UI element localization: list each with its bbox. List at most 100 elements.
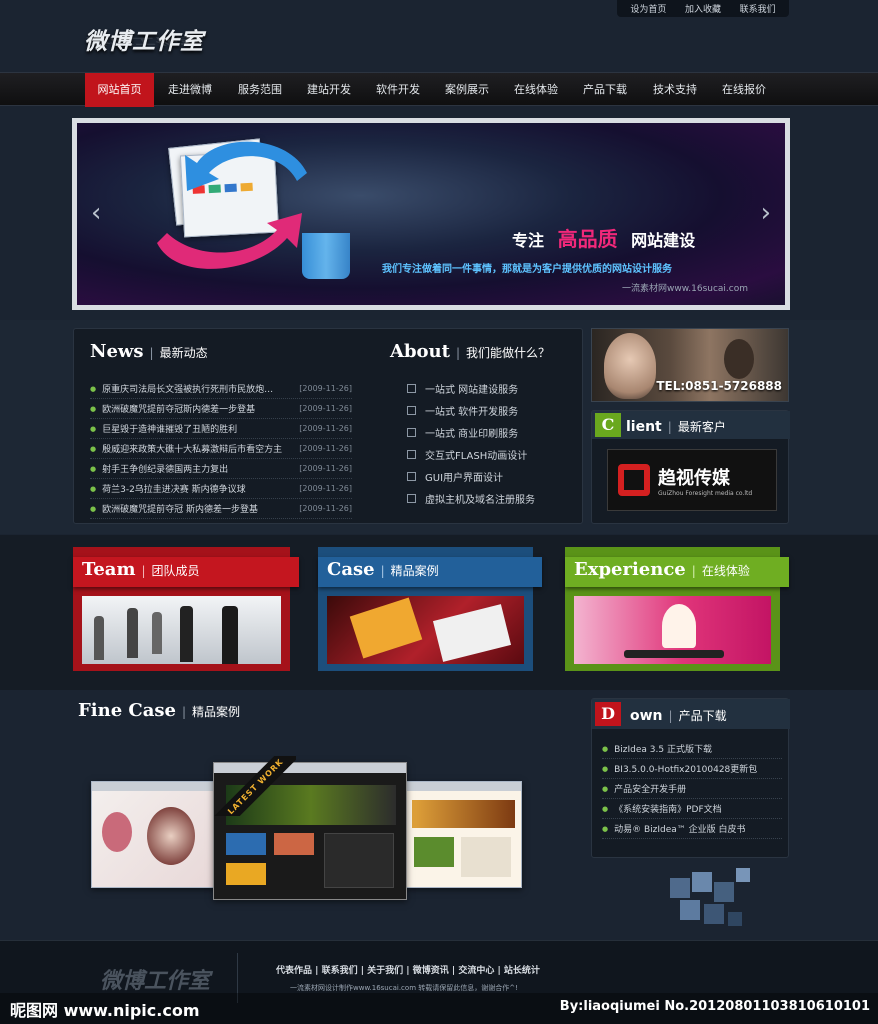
case-title-en: Case xyxy=(327,559,375,580)
download-item-label[interactable]: 《系统安装指南》PDF文档 xyxy=(614,802,722,815)
contact-banner[interactable]: TEL:0851-5726888 xyxy=(591,328,789,402)
download-item-label[interactable]: BI3.5.0.0-Hotfix20100428更新包 xyxy=(614,762,757,775)
news-item-title[interactable]: 巨星毁于造神谁摧毁了丑陋的胜利 xyxy=(102,422,299,435)
fine-case-title-en: Fine Case xyxy=(78,700,176,721)
nav-item-support[interactable]: 技术支持 xyxy=(643,73,707,107)
client-logo-en: GuiZhou Foresight media co.ltd xyxy=(658,489,753,497)
news-item[interactable]: ● 殷威迎来政策大礁十大私募激辩后市看空方主 [2009-11-26] xyxy=(90,439,352,459)
case-screenshot-right[interactable] xyxy=(405,781,522,888)
news-item-date: [2009-11-26] xyxy=(299,444,352,453)
about-title-en: About xyxy=(390,341,450,362)
news-item-title[interactable]: 欧洲破魔咒提前夺冠 斯内德差一步登基 xyxy=(102,502,299,515)
contact-us-link[interactable]: 联系我们 xyxy=(740,2,776,15)
add-favorite-link[interactable]: 加入收藏 xyxy=(685,2,721,15)
experience-title-cn: 在线体验 xyxy=(701,564,750,578)
bullet-icon: ● xyxy=(602,764,609,773)
download-item-label[interactable]: BizIdea 3.5 正式版下载 xyxy=(614,742,712,755)
news-item-date: [2009-11-26] xyxy=(299,504,352,513)
news-item-title[interactable]: 射手王争创纪录德国两主力复出 xyxy=(102,462,299,475)
team-title-en: Team xyxy=(82,559,136,580)
download-item-label[interactable]: 产品安全开发手册 xyxy=(614,782,686,795)
footer-link[interactable]: 关于我们 xyxy=(367,966,403,976)
nav-item-home[interactable]: 网站首页 xyxy=(85,73,154,107)
about-heading: About | 我们能做什么？ xyxy=(390,341,551,362)
nav-item-web-dev[interactable]: 建站开发 xyxy=(297,73,361,107)
nav-item-about[interactable]: 走进微博 xyxy=(158,73,222,107)
footer-link[interactable]: 微博资讯 xyxy=(413,966,449,976)
news-about-panel: News | 最新动态 ● 原重庆司法局长文强被执行死刑市民放炮… [2009-11-2… xyxy=(73,328,583,524)
about-item[interactable]: 交互式FLASH动画设计 xyxy=(407,447,527,462)
footer: 微博工作室 代表作品 | 联系我们 | 关于我们 | 微博资讯 | 交流中心 |… xyxy=(0,940,878,1024)
download-item[interactable]: ● 动易® BizIdea™ 企业版 白皮书 xyxy=(602,819,782,839)
news-item-title[interactable]: 欧洲破魔咒提前夺冠斯内德差一步登基 xyxy=(102,402,299,415)
bullet-icon: ● xyxy=(90,464,97,473)
watermark-left: 昵图网 www.nipic.com xyxy=(10,1001,200,1020)
chevron-left-icon[interactable]: ‹ xyxy=(91,198,101,228)
news-title-en: News xyxy=(90,341,144,362)
footer-link[interactable]: 联系我们 xyxy=(322,966,358,976)
download-title-en: own xyxy=(630,708,663,724)
nav-item-software-dev[interactable]: 软件开发 xyxy=(366,73,430,107)
experience-title-en: Experience xyxy=(574,559,686,580)
footer-link[interactable]: 交流中心 xyxy=(458,966,494,976)
download-heading: own | 产品下载 xyxy=(630,708,727,724)
news-heading: News | 最新动态 xyxy=(90,341,208,362)
news-item-title[interactable]: 殷威迎来政策大礁十大私募激辩后市看空方主 xyxy=(102,442,299,455)
support-agent-photo xyxy=(724,339,754,379)
nav-item-cases[interactable]: 案例展示 xyxy=(435,73,499,107)
download-item[interactable]: ● 产品安全开发手册 xyxy=(602,779,782,799)
about-item[interactable]: 一站式 软件开发服务 xyxy=(407,403,518,418)
news-item[interactable]: ● 欧洲破魔咒提前夺冠斯内德差一步登基 [2009-11-26] xyxy=(90,399,352,419)
download-item[interactable]: ● 《系统安装指南》PDF文档 xyxy=(602,799,782,819)
about-item[interactable]: 一站式 网站建设服务 xyxy=(407,381,518,396)
chevron-right-icon[interactable]: › xyxy=(761,198,771,228)
nav-item-downloads[interactable]: 产品下载 xyxy=(573,73,637,107)
news-item[interactable]: ● 原重庆司法局长文强被执行死刑市民放炮… [2009-11-26] xyxy=(90,379,352,399)
footer-links: 代表作品 | 联系我们 | 关于我们 | 微博资讯 | 交流中心 | 站长统计 xyxy=(276,966,540,976)
footer-link[interactable]: 站长统计 xyxy=(504,966,540,976)
download-item-label[interactable]: 动易® BizIdea™ 企业版 白皮书 xyxy=(614,822,745,835)
nav-item-quote[interactable]: 在线报价 xyxy=(712,73,776,107)
news-list: ● 原重庆司法局长文强被执行死刑市民放炮… [2009-11-26] ● 欧洲破魔咒提… xyxy=(90,379,352,524)
banner-title-b: 网站建设 xyxy=(631,231,696,250)
footer-link[interactable]: 代表作品 xyxy=(276,966,312,976)
about-title-cn: 我们能做什么？ xyxy=(466,346,551,360)
cubes-decoration-icon xyxy=(670,868,750,926)
latest-work-ribbon: LATEST WORK xyxy=(206,756,296,816)
footer-logo: 微博工作室 xyxy=(100,969,211,994)
footer-note: 一流素材网设计制作www.16sucai.com 转载请保留此信息，谢谢合作^! xyxy=(290,984,518,992)
news-title-cn: 最新动态 xyxy=(159,346,208,360)
contact-phone: TEL:0851-5726888 xyxy=(656,379,782,393)
about-item[interactable]: GUI用户界面设计 xyxy=(407,469,503,484)
team-card-heading: Team | 团队成员 xyxy=(82,559,200,580)
news-item[interactable]: ● 射手王争创纪录德国两主力复出 [2009-11-26] xyxy=(90,459,352,479)
client-panel: C lient | 最新客户 趋视传媒 GuiZhou Foresight medi… xyxy=(591,410,790,524)
client-title-cn: 最新客户 xyxy=(677,420,726,434)
news-item[interactable]: ● 欧洲破魔咒提前夺冠 斯内德差一步登基 [2009-11-26] xyxy=(90,499,352,519)
client-logo-name: 趋视传媒 xyxy=(658,467,730,489)
news-item-title[interactable]: 荷兰3-2乌拉圭进决赛 斯内德争议球 xyxy=(102,482,299,495)
about-item-label: 交互式FLASH动画设计 xyxy=(425,451,528,462)
download-item[interactable]: ● BI3.5.0.0-Hotfix20100428更新包 xyxy=(602,759,782,779)
bullet-icon: ● xyxy=(90,484,97,493)
client-logo-card[interactable]: 趋视传媒 GuiZhou Foresight media co.ltd xyxy=(607,449,777,511)
case-card-heading: Case | 精品案例 xyxy=(327,559,439,580)
top-utility-bar: 设为首页 加入收藏 联系我们 xyxy=(617,0,789,17)
about-item[interactable]: 虚拟主机及域名注册服务 xyxy=(407,491,535,506)
nav-item-services[interactable]: 服务范围 xyxy=(228,73,292,107)
news-item-title[interactable]: 原重庆司法局长文强被执行死刑市民放炮… xyxy=(102,382,299,395)
bullet-icon: ● xyxy=(90,404,97,413)
news-item[interactable]: ● 巨星毁于造神谁摧毁了丑陋的胜利 [2009-11-26] xyxy=(90,419,352,439)
case-screenshot-left[interactable] xyxy=(91,781,216,888)
about-item-label: 一站式 商业印刷服务 xyxy=(425,429,519,440)
news-item-date: [2009-11-26] xyxy=(299,484,352,493)
case-card[interactable]: Case | 精品案例 xyxy=(318,547,542,671)
news-item[interactable]: ● 荷兰3-2乌拉圭进决赛 斯内德争议球 [2009-11-26] xyxy=(90,479,352,499)
download-item[interactable]: ● BizIdea 3.5 正式版下载 xyxy=(602,739,782,759)
experience-card[interactable]: Experience | 在线体验 xyxy=(565,547,789,671)
set-homepage-link[interactable]: 设为首页 xyxy=(630,2,666,15)
about-item[interactable]: 一站式 商业印刷服务 xyxy=(407,425,518,440)
nav-item-online-demo[interactable]: 在线体验 xyxy=(504,73,568,107)
team-card[interactable]: Team | 团队成员 xyxy=(73,547,299,671)
support-agent-photo xyxy=(604,333,656,399)
